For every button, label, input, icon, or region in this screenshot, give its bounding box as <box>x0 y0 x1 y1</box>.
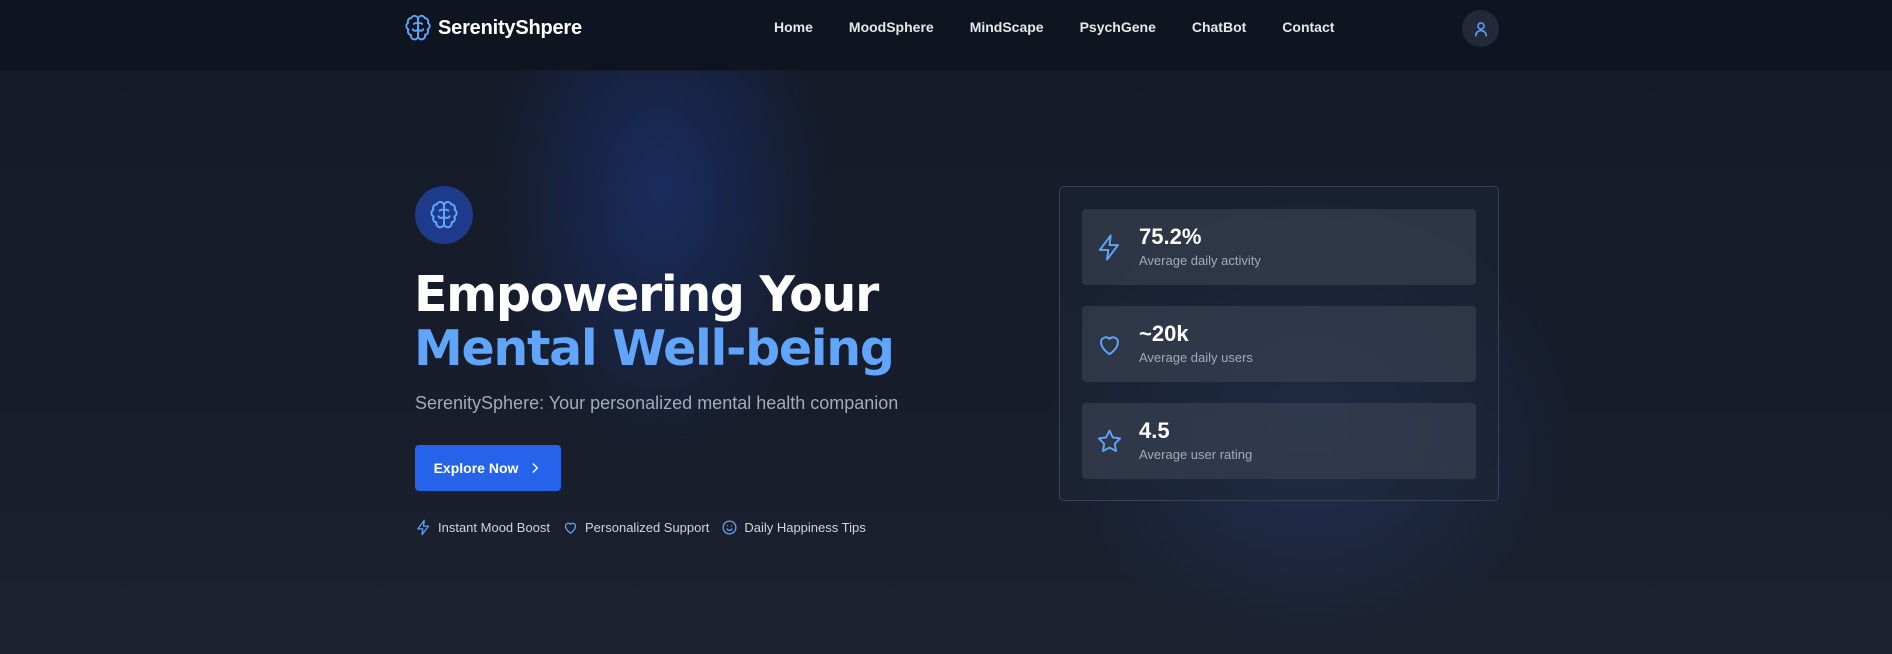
nav-link-contact[interactable]: Contact <box>1282 19 1334 35</box>
bolt-icon <box>417 519 430 536</box>
stat-label: Average daily activity <box>1139 253 1261 268</box>
feature-list: Instant Mood Boost Personalized Support … <box>415 519 866 536</box>
stat-label: Average user rating <box>1139 447 1253 462</box>
hero-headline: Empowering Your Mental Well-being <box>414 266 895 377</box>
stat-card-activity: 75.2% Average daily activity <box>1082 209 1476 285</box>
user-icon <box>1474 21 1487 36</box>
navbar: SerenityShpere Home MoodSphere MindScape… <box>0 0 1892 71</box>
stats-panel: 75.2% Average daily activity ~20k Averag… <box>1059 186 1499 501</box>
stat-value: ~20k <box>1139 321 1189 346</box>
smile-icon <box>722 520 737 535</box>
heart-icon <box>1100 336 1119 356</box>
brand-logo[interactable]: SerenityShpere <box>404 13 582 43</box>
hero-subtitle: SerenitySphere: Your personalized mental… <box>415 393 899 413</box>
nav-menu: Home MoodSphere MindScape PsychGene Chat… <box>774 19 1334 35</box>
explore-now-label: Explore Now <box>433 460 519 476</box>
star-icon <box>1097 429 1122 453</box>
bolt-icon <box>1098 234 1119 261</box>
stat-value: 4.5 <box>1139 418 1170 443</box>
chevron-right-icon <box>532 463 539 473</box>
stat-label: Average daily users <box>1139 350 1253 365</box>
brain-icon <box>405 14 431 41</box>
brain-icon <box>430 200 458 229</box>
feature-item: Daily Happiness Tips <box>721 519 866 536</box>
nav-link-mindscape[interactable]: MindScape <box>970 19 1044 35</box>
hero-headline-line1: Empowering Your <box>414 266 879 323</box>
stat-card-rating: 4.5 Average user rating <box>1082 403 1476 479</box>
feature-label: Instant Mood Boost <box>438 520 551 535</box>
feature-label: Personalized Support <box>585 520 710 535</box>
explore-now-button[interactable]: Explore Now <box>415 445 561 491</box>
hero-brain-badge <box>415 186 473 244</box>
stat-card-users: ~20k Average daily users <box>1082 306 1476 382</box>
brand-name: SerenityShpere <box>438 16 582 39</box>
profile-button[interactable] <box>1462 10 1499 47</box>
nav-link-chatbot[interactable]: ChatBot <box>1192 19 1246 35</box>
feature-label: Daily Happiness Tips <box>744 520 866 535</box>
feature-item: Instant Mood Boost <box>415 519 550 536</box>
nav-link-psychgene[interactable]: PsychGene <box>1080 19 1156 35</box>
nav-link-home[interactable]: Home <box>774 19 813 35</box>
nav-link-moodsphere[interactable]: MoodSphere <box>849 19 934 35</box>
feature-item: Personalized Support <box>562 519 709 536</box>
hero-headline-line2: Mental Well-being <box>414 320 895 377</box>
page-background <box>0 0 1892 654</box>
stat-value: 75.2% <box>1139 224 1202 249</box>
heart-icon <box>564 522 577 534</box>
